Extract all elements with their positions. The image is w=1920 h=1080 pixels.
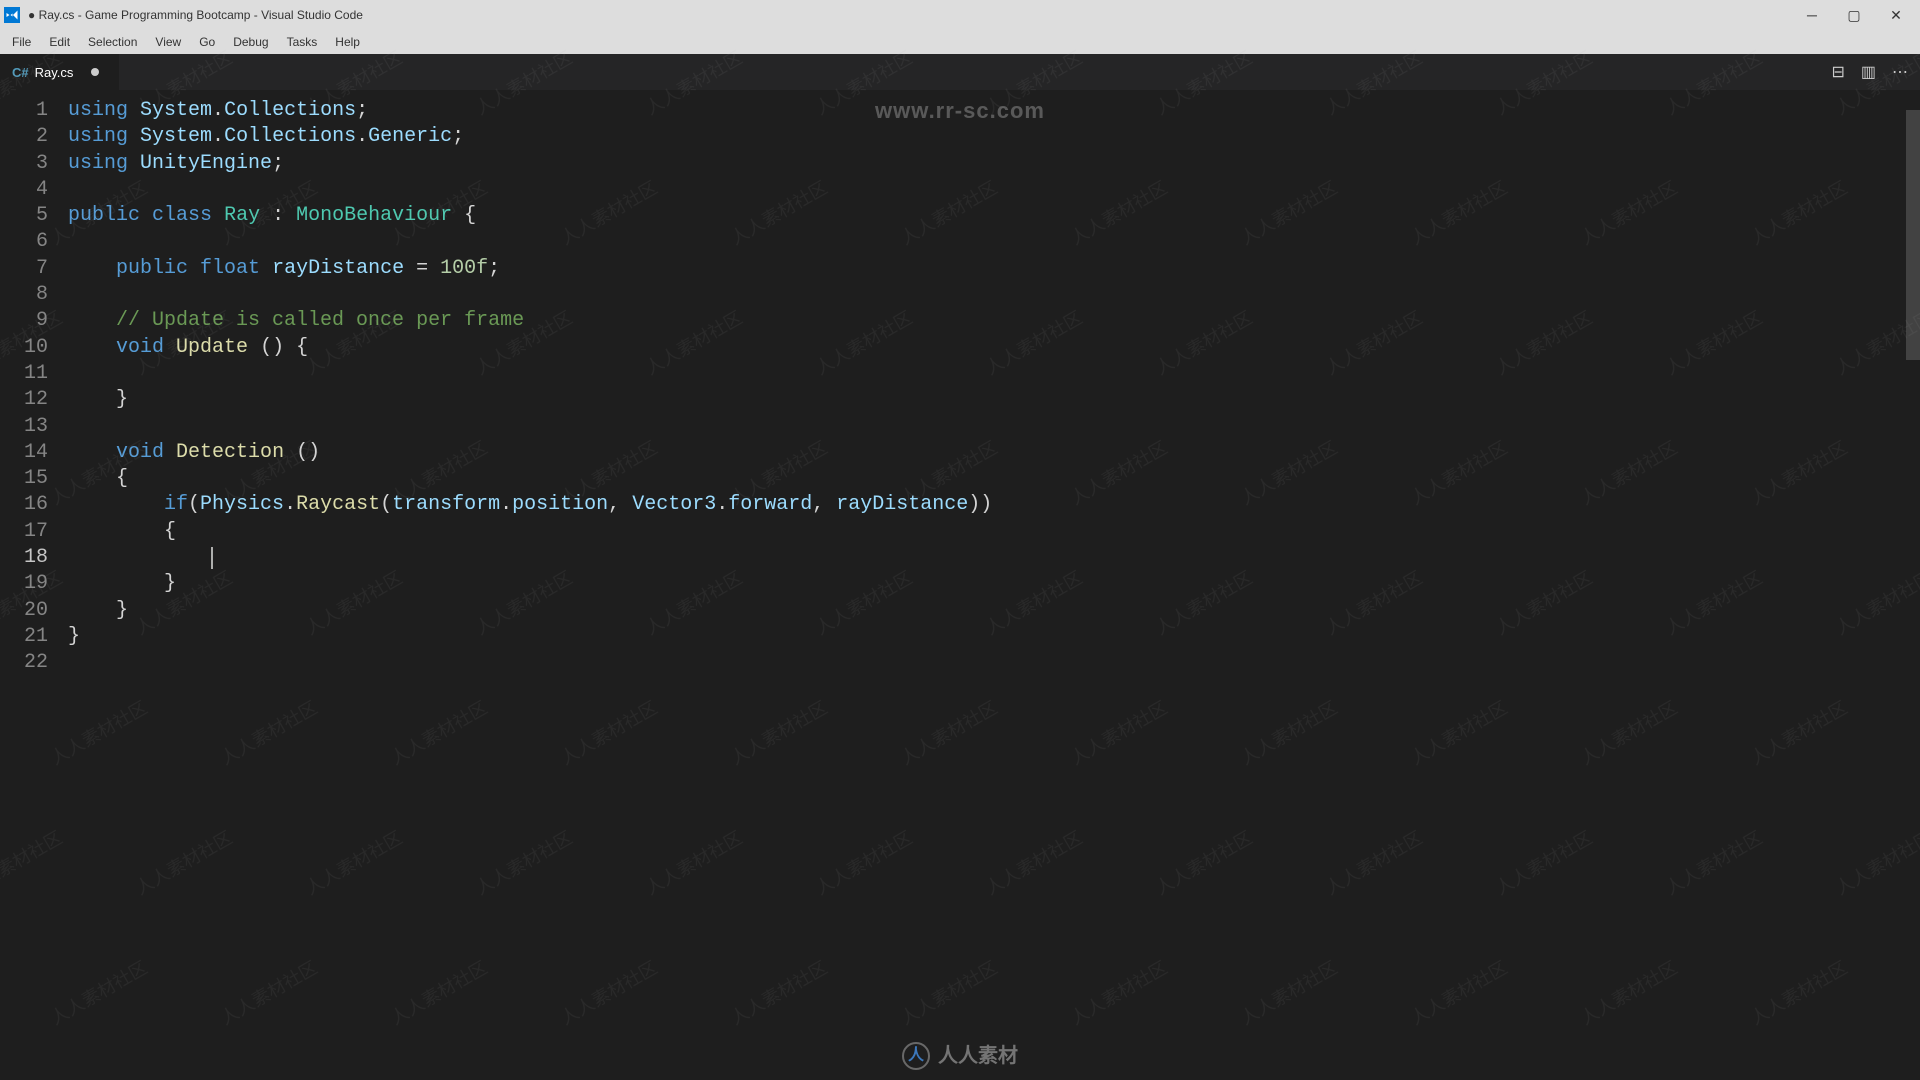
minimize-button[interactable]: ─: [1792, 1, 1832, 29]
line-number: 20: [0, 598, 48, 624]
vertical-scrollbar[interactable]: [1906, 90, 1920, 1080]
menubar: File Edit Selection View Go Debug Tasks …: [0, 30, 1920, 54]
line-number: 12: [0, 387, 48, 413]
code-line[interactable]: void Detection (): [68, 440, 1920, 466]
line-number: 21: [0, 624, 48, 650]
dirty-indicator-icon: [91, 68, 99, 76]
titlebar: ● Ray.cs - Game Programming Bootcamp - V…: [0, 0, 1920, 30]
window-controls: ─ ▢ ✕: [1792, 1, 1916, 29]
tabbar: C# Ray.cs ⊟ ▥ ⋯: [0, 54, 1920, 90]
code-line[interactable]: [68, 545, 1920, 571]
vscode-icon: [4, 7, 20, 23]
menu-go[interactable]: Go: [191, 33, 223, 51]
code-line[interactable]: using UnityEngine;: [68, 151, 1920, 177]
code-line[interactable]: {: [68, 519, 1920, 545]
line-number: 14: [0, 440, 48, 466]
code-line[interactable]: {: [68, 466, 1920, 492]
code-line[interactable]: public float rayDistance = 100f;: [68, 256, 1920, 282]
line-number: 7: [0, 256, 48, 282]
more-actions-icon[interactable]: ⋯: [1892, 62, 1908, 82]
line-number: 1: [0, 98, 48, 124]
menu-help[interactable]: Help: [327, 33, 368, 51]
code-line[interactable]: if(Physics.Raycast(transform.position, V…: [68, 492, 1920, 518]
split-editor-icon[interactable]: ▥: [1861, 62, 1876, 82]
code-line[interactable]: [68, 282, 1920, 308]
code-line[interactable]: [68, 414, 1920, 440]
csharp-file-icon: C#: [12, 65, 29, 80]
code-line[interactable]: [68, 229, 1920, 255]
tab-filename: Ray.cs: [35, 65, 74, 80]
scrollbar-thumb[interactable]: [1906, 110, 1920, 360]
code-line[interactable]: }: [68, 598, 1920, 624]
code-line[interactable]: [68, 361, 1920, 387]
text-cursor: [211, 547, 213, 569]
editor-actions: ⊟ ▥ ⋯: [1819, 54, 1920, 90]
line-number: 15: [0, 466, 48, 492]
menu-file[interactable]: File: [4, 33, 39, 51]
line-number: 5: [0, 203, 48, 229]
code-line[interactable]: public class Ray : MonoBehaviour {: [68, 203, 1920, 229]
line-number: 11: [0, 361, 48, 387]
line-number: 10: [0, 335, 48, 361]
line-number: 19: [0, 571, 48, 597]
line-number: 17: [0, 519, 48, 545]
code-line[interactable]: [68, 650, 1920, 676]
code-line[interactable]: void Update () {: [68, 335, 1920, 361]
code-line[interactable]: }: [68, 387, 1920, 413]
line-number: 16: [0, 492, 48, 518]
line-number: 2: [0, 124, 48, 150]
line-number: 18: [0, 545, 48, 571]
tab-ray-cs[interactable]: C# Ray.cs: [0, 54, 120, 90]
code-line[interactable]: // Update is called once per frame: [68, 308, 1920, 334]
line-number: 6: [0, 229, 48, 255]
diff-icon[interactable]: ⊟: [1831, 62, 1844, 82]
code-line[interactable]: using System.Collections;: [68, 98, 1920, 124]
window-title: ● Ray.cs - Game Programming Bootcamp - V…: [28, 8, 1792, 22]
line-number: 8: [0, 282, 48, 308]
line-number: 3: [0, 151, 48, 177]
menu-selection[interactable]: Selection: [80, 33, 145, 51]
code-line[interactable]: using System.Collections.Generic;: [68, 124, 1920, 150]
line-number: 4: [0, 177, 48, 203]
code-line[interactable]: [68, 177, 1920, 203]
line-number-gutter: 12345678910111213141516171819202122: [0, 90, 68, 1080]
menu-tasks[interactable]: Tasks: [279, 33, 326, 51]
editor[interactable]: 12345678910111213141516171819202122 usin…: [0, 90, 1920, 1080]
code-line[interactable]: }: [68, 624, 1920, 650]
line-number: 13: [0, 414, 48, 440]
menu-debug[interactable]: Debug: [225, 33, 276, 51]
close-button[interactable]: ✕: [1876, 1, 1916, 29]
line-number: 22: [0, 650, 48, 676]
code-area[interactable]: using System.Collections;using System.Co…: [68, 90, 1920, 1080]
code-line[interactable]: }: [68, 571, 1920, 597]
menu-view[interactable]: View: [147, 33, 189, 51]
maximize-button[interactable]: ▢: [1834, 1, 1874, 29]
line-number: 9: [0, 308, 48, 334]
menu-edit[interactable]: Edit: [41, 33, 78, 51]
